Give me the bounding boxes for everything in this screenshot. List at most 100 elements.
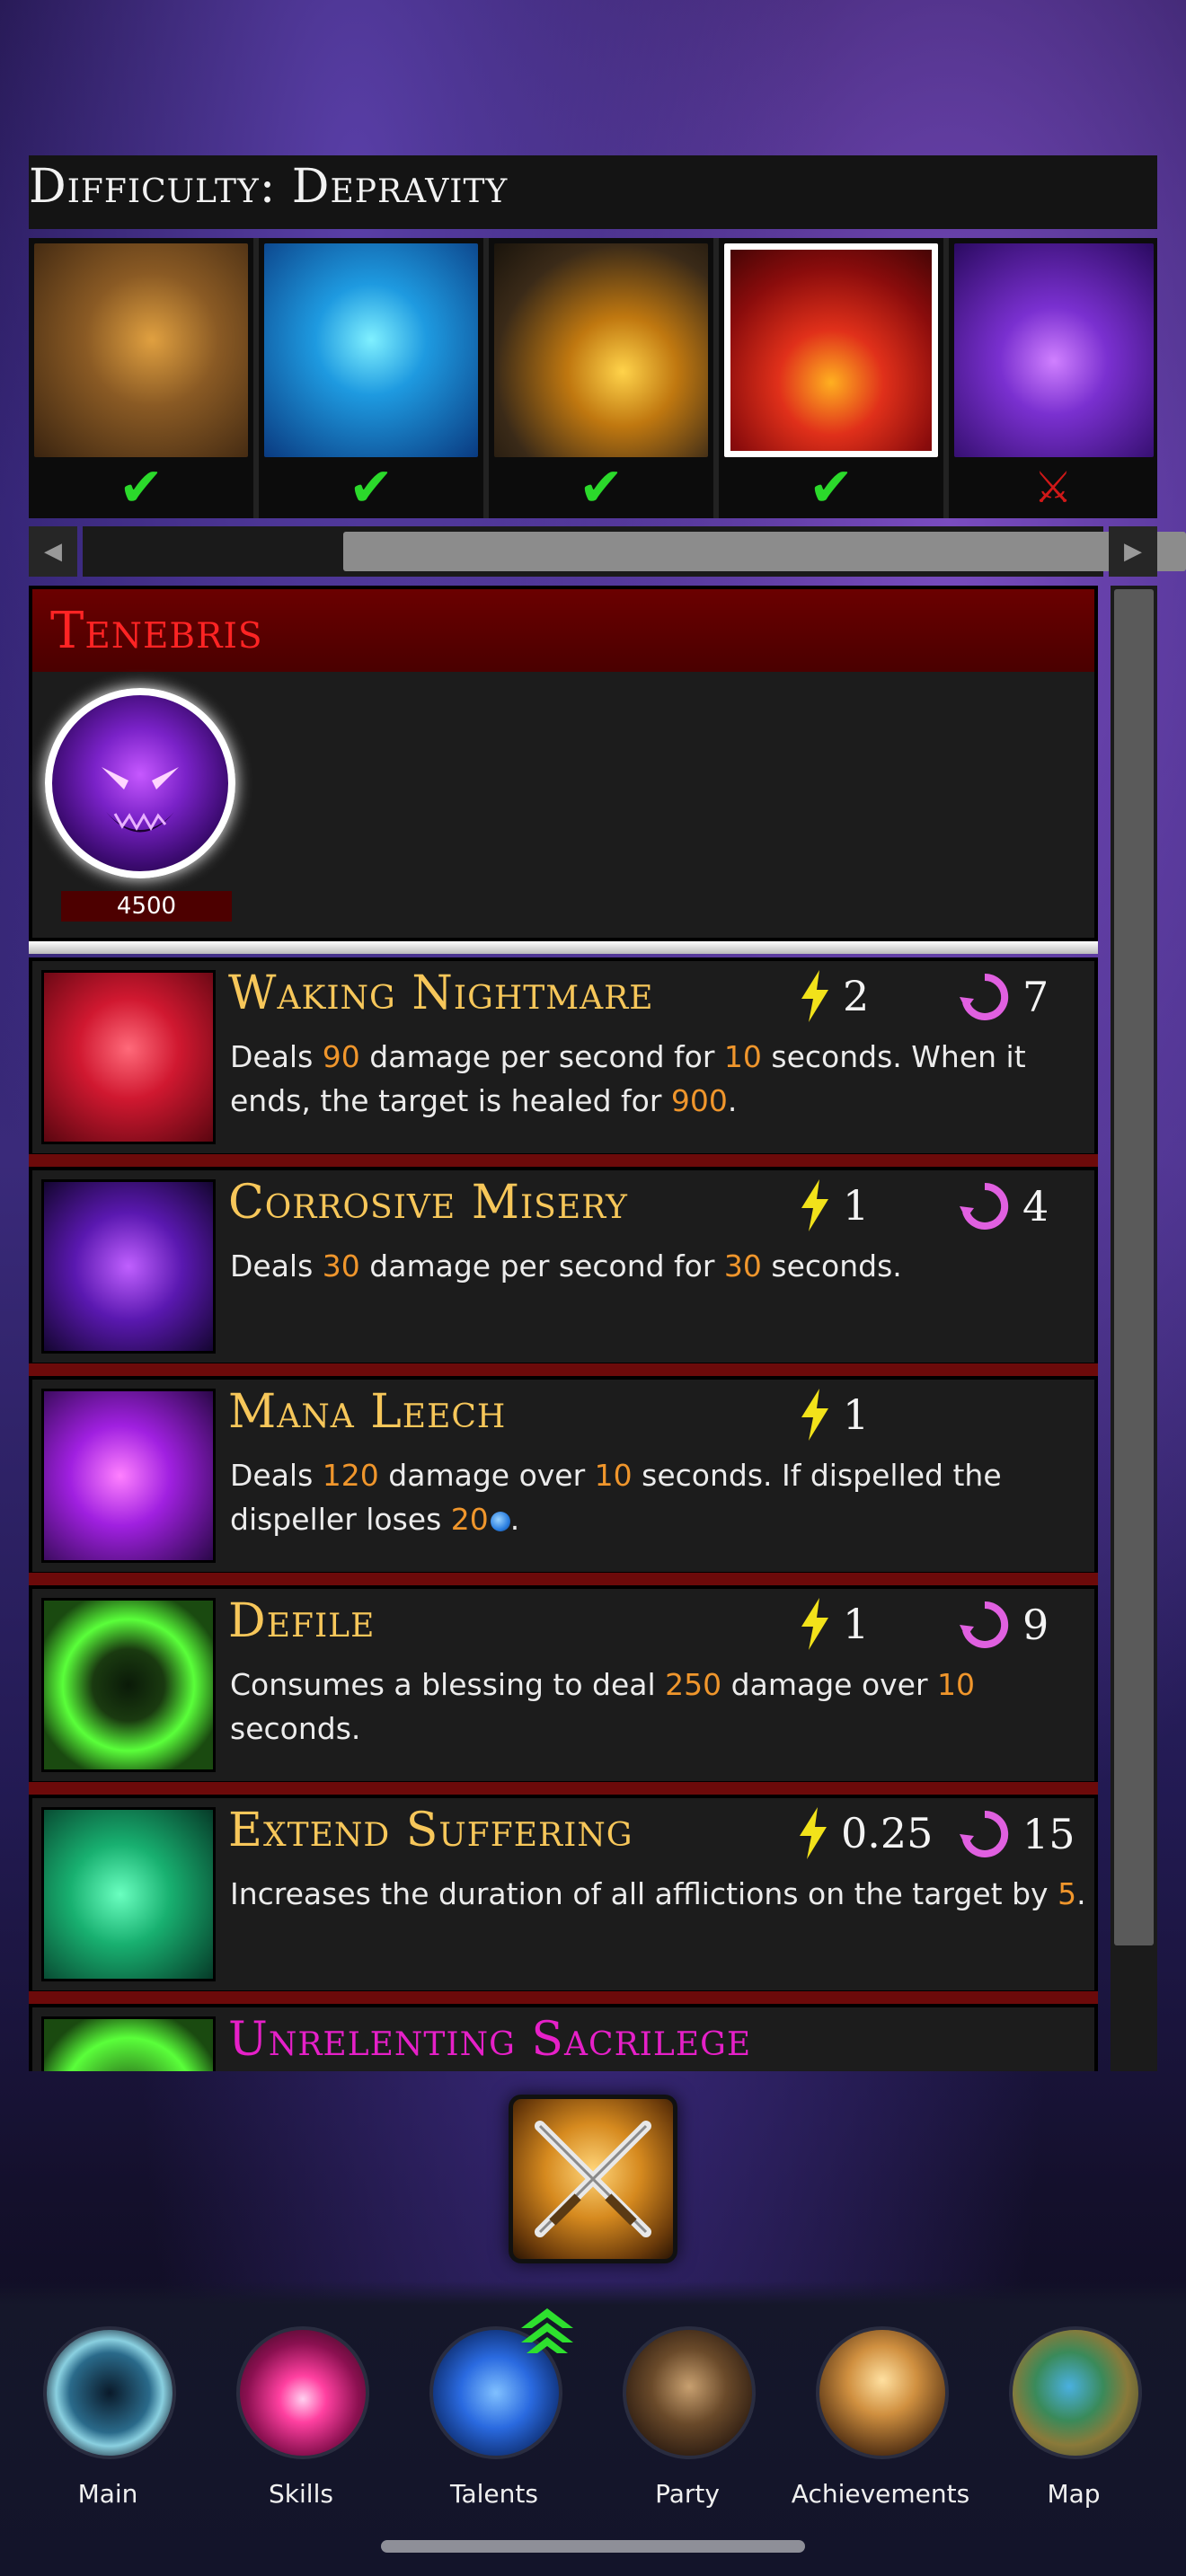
boss-strip-scrollbar[interactable]: ◀ ▶: [29, 526, 1186, 577]
ability-number: 250: [665, 1667, 722, 1702]
ability-text: Deals: [230, 1039, 323, 1074]
ability-text: Deals: [230, 1458, 323, 1493]
boss-card-dragon-amber[interactable]: ✔: [489, 238, 713, 519]
portal-icon: [43, 2326, 176, 2459]
ability-description: Increases the duration of all affliction…: [230, 1872, 1093, 1916]
ability-card[interactable]: Waking Nightmare 2 7 Deals 90 damage per se…: [29, 957, 1098, 1157]
ability-text: seconds.: [761, 1248, 902, 1284]
ability-card[interactable]: Corrosive Misery 1 4 Deals 30 damage per se…: [29, 1167, 1098, 1366]
energy-cost: 2: [798, 970, 869, 1022]
ability-card[interactable]: Defile 1 9 Consumes a blessing to deal 250 …: [29, 1585, 1098, 1785]
ability-divider: [29, 1573, 1098, 1585]
ability-text: .: [727, 1083, 738, 1118]
ability-card[interactable]: Mana Leech 1 Deals 120 damage over 10 seco…: [29, 1376, 1098, 1575]
ability-text: .: [1076, 1876, 1086, 1911]
boss-card-dragon-purple[interactable]: ⚔: [949, 238, 1157, 518]
ability-divider: [29, 1154, 1098, 1167]
cooldown: 9: [958, 1598, 1049, 1652]
extend-suffering-icon: [41, 1807, 216, 1981]
ability-text: seconds.: [230, 1711, 361, 1746]
ability-card[interactable]: Extend Suffering 0.25 15 Increases the dura…: [29, 1795, 1098, 1994]
panel-scrollbar[interactable]: [1111, 586, 1157, 2071]
lightning-icon: [801, 1389, 828, 1441]
nav-skills[interactable]: Skills: [211, 2326, 391, 2509]
ability-number: 30: [322, 1248, 360, 1284]
shadow-demon-icon: [41, 1179, 216, 1354]
lightning-icon: [801, 970, 828, 1022]
difficulty-title: Difficulty: Depravity: [29, 160, 509, 214]
nav-party[interactable]: Party: [597, 2326, 777, 2509]
cooldown-icon: [960, 1182, 1009, 1230]
ability-number: 30: [723, 1248, 762, 1284]
ability-text: Deals: [230, 1248, 323, 1284]
nav-main[interactable]: Main: [18, 2326, 198, 2509]
boss-header: Tenebris 4500: [29, 586, 1098, 941]
nav-label: Map: [1047, 2479, 1101, 2509]
upgrade-available-icon: [521, 2308, 573, 2353]
nav-map[interactable]: Map: [984, 2326, 1164, 2509]
boss-name-bar: Tenebris: [32, 589, 1094, 672]
ability-text: Consumes a blessing to deal: [230, 1667, 666, 1702]
ability-name: Unrelenting Sacrilege: [228, 2013, 752, 2067]
nav-label: Skills: [269, 2479, 333, 2509]
energy-cost: 0.25: [796, 1807, 933, 1859]
boss-card-dragon-blue[interactable]: ✔: [259, 238, 483, 519]
locked-swords-icon: ⚔: [1033, 463, 1073, 513]
ability-text: damage over: [378, 1458, 595, 1493]
castle-icon: [816, 2326, 949, 2459]
cooldown-icon: [960, 1810, 1009, 1857]
boss-selector-strip: ✔ ✔ ✔ ✔ ⚔: [29, 238, 1157, 519]
scroll-right-button[interactable]: ▶: [1109, 526, 1157, 577]
cooldown-value: 9: [1022, 1601, 1049, 1649]
nav-label: Talents: [450, 2479, 538, 2509]
ability-name: Corrosive Misery: [228, 1176, 628, 1230]
energy-value: 2: [843, 972, 870, 1020]
panel-scroll-thumb[interactable]: [1114, 589, 1154, 1945]
cooldown-value: 4: [1022, 1182, 1049, 1231]
boss-portrait: [724, 243, 938, 457]
scroll-track[interactable]: [83, 526, 1186, 577]
check-icon: ✔: [578, 456, 624, 519]
nav-talents[interactable]: Talents: [404, 2308, 584, 2509]
energy-cost: 1: [798, 1389, 869, 1441]
nav-label: Achievements: [791, 2479, 970, 2509]
ability-text: .: [509, 1502, 520, 1537]
boss-portrait: [34, 243, 248, 457]
map-icon: [1009, 2326, 1142, 2459]
scroll-thumb[interactable]: [343, 532, 1186, 571]
boss-card-dragon-gold[interactable]: ✔: [29, 238, 253, 519]
boss-detail-panel[interactable]: Tenebris 4500 Waking Nightmare 2 7 Deals 9 0…: [29, 586, 1098, 2071]
ability-number: 10: [723, 1039, 762, 1074]
lightning-icon: [800, 1807, 827, 1859]
boss-portrait: [264, 243, 478, 457]
lightning-icon: [801, 1179, 828, 1231]
ability-number: 10: [594, 1458, 633, 1493]
energy-value: 1: [843, 1181, 870, 1230]
energy-value: 1: [843, 1390, 870, 1439]
cooldown: 15: [958, 1807, 1075, 1861]
header-separator: [29, 941, 1098, 954]
check-icon: ✔: [348, 456, 394, 519]
ability-text: damage over: [721, 1667, 938, 1702]
boss-avatar: [45, 688, 235, 878]
ability-text: Increases the duration of all affliction…: [230, 1876, 1058, 1911]
home-indicator[interactable]: [381, 2540, 805, 2553]
ability-number: 120: [322, 1458, 379, 1493]
scroll-left-button[interactable]: ◀: [29, 526, 77, 577]
cooldown-icon: [960, 1601, 1009, 1648]
fight-button[interactable]: [509, 2095, 677, 2263]
nav-achievements[interactable]: Achievements: [791, 2326, 970, 2509]
ability-text: damage per second for: [359, 1039, 724, 1074]
ability-name: Defile: [228, 1594, 376, 1648]
boss-portrait: [494, 243, 708, 457]
cooldown-value: 7: [1022, 973, 1049, 1021]
boss-card-dragon-red[interactable]: ✔: [719, 238, 943, 519]
cooldown-value: 15: [1022, 1810, 1075, 1858]
boss-portrait: [954, 243, 1154, 457]
ability-divider: [29, 1991, 1098, 2004]
bottom-navigation: Main Skills Talents Party Achievements M…: [0, 2281, 1186, 2576]
party-icon: [623, 2326, 756, 2459]
ability-name: Mana Leech: [228, 1385, 507, 1439]
ability-card[interactable]: Unrelenting Sacrilege: [29, 2004, 1098, 2071]
ability-name: Waking Nightmare: [228, 966, 654, 1020]
